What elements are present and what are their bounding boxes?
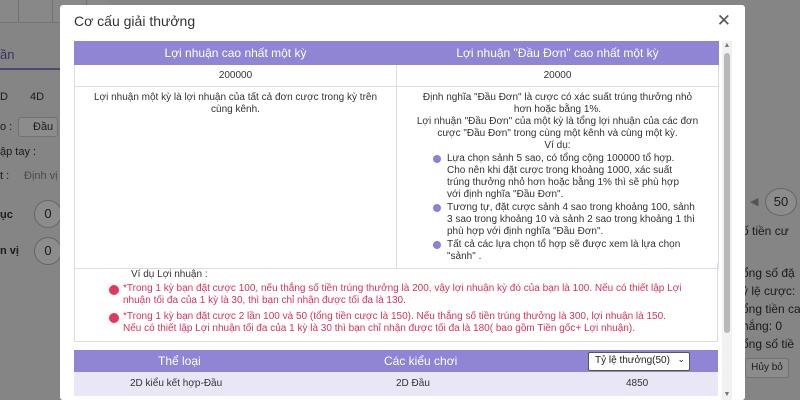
modal-title: Cơ cấu giải thưởng — [74, 13, 196, 29]
profit-example-item: *Trong 1 kỳ bạn đặt cược 2 lần 100 và 50… — [109, 311, 683, 335]
profit-example-text: *Trong 1 kỳ bạn đặt cược 2 lần 100 và 50… — [123, 311, 666, 334]
header-max-profit: Lợi nhuận cao nhất một kỳ — [74, 41, 397, 65]
col-type-header: Thể loại — [158, 354, 201, 368]
bullet-text: Tất cả các lựa chọn tổ hợp sẽ được xem l… — [447, 239, 681, 262]
prize-table: Lợi nhuận cao nhất một kỳ Lợi nhuận "Đầu… — [74, 41, 719, 269]
profit-example-text: *Trong 1 kỳ bạn đặt cược 100, nếu thắng … — [123, 283, 682, 306]
table-row: 2D kiểu kết hợp-Đầu 2D Đầu 4850 — [74, 372, 718, 396]
definition-line: cược "Đầu Đơn" trong cùng một kênh và cù… — [437, 128, 678, 139]
bullet-dot-icon — [109, 285, 119, 295]
profit-example-box: Ví dụ Lợi nhuận : *Trong 1 kỳ bạn đặt cư… — [74, 263, 718, 342]
list-item: Lựa chọn sảnh 5 sao, có tổng cộng 100000… — [433, 153, 695, 201]
odds-select[interactable]: Tỷ lệ thưởng(50) ⌄ — [588, 352, 690, 371]
definition-line: Định nghĩa "Đầu Đơn" là cược có xác suất… — [422, 92, 693, 103]
single-profit-description: Định nghĩa "Đầu Đơn" là cược có xác suất… — [396, 86, 719, 269]
prize-structure-modal: Cơ cấu giải thưởng ✕ Lợi nhuận cao nhất … — [60, 5, 745, 400]
list-item: Tất cả các lựa chọn tổ hợp sẽ được xem l… — [433, 239, 695, 263]
modal-scrollbar[interactable]: ▲ ▼ — [722, 41, 732, 400]
row-odds: 4850 — [626, 378, 649, 389]
bullet-text: Tương tự, đặt cược sảnh 4 sao trong khoả… — [447, 202, 695, 237]
definition-line: hơn hoặc bằng 1%. — [513, 104, 602, 115]
example-label: Ví dụ: — [544, 140, 571, 151]
row-type: 2D kiểu kết hợp-Đầu — [130, 378, 223, 389]
example-bullets: Lựa chọn sảnh 5 sao, có tổng cộng 100000… — [433, 153, 695, 263]
bullet-dot-icon — [109, 313, 119, 323]
game-type-header: Thể loại Các kiểu chơi Tỷ lệ thưởng(50) … — [74, 350, 718, 372]
chevron-down-icon: ⌄ — [677, 354, 685, 364]
col-play-header: Các kiểu chơi — [384, 354, 458, 368]
modal-body[interactable]: Lợi nhuận cao nhất một kỳ Lợi nhuận "Đầu… — [74, 41, 732, 400]
list-item: Tương tự, đặt cược sảnh 4 sao trong khoả… — [433, 202, 695, 238]
scroll-down-icon[interactable]: ▼ — [722, 390, 732, 400]
bullet-dot-icon — [433, 155, 441, 163]
scroll-up-icon[interactable]: ▲ — [722, 41, 732, 51]
profit-example-item: *Trong 1 kỳ bạn đặt cược 100, nếu thắng … — [109, 283, 683, 307]
row-play: 2D Đầu — [396, 378, 430, 389]
max-single-profit-value: 20000 — [396, 64, 719, 87]
max-profit-description: Lợi nhuận một kỳ là lợi nhuận của tất cả… — [74, 86, 397, 269]
bullet-text: Lựa chọn sảnh 5 sao, có tổng cộng 100000… — [447, 153, 680, 200]
odds-select-value: Tỷ lệ thưởng(50) — [595, 355, 670, 366]
max-profit-value: 200000 — [74, 64, 397, 87]
close-icon[interactable]: ✕ — [717, 11, 731, 31]
definition-line: Lợi nhuận "Đầu Đơn" của một kỳ là tổng l… — [416, 116, 699, 127]
header-max-single-profit: Lợi nhuận "Đầu Đơn" cao nhất một kỳ — [396, 41, 719, 65]
bullet-dot-icon — [433, 241, 441, 249]
profit-example-title: Ví dụ Lợi nhuận : — [131, 269, 208, 280]
scroll-thumb[interactable] — [724, 53, 730, 333]
modal-header: Cơ cấu giải thưởng ✕ — [60, 5, 745, 41]
bullet-dot-icon — [433, 204, 441, 212]
